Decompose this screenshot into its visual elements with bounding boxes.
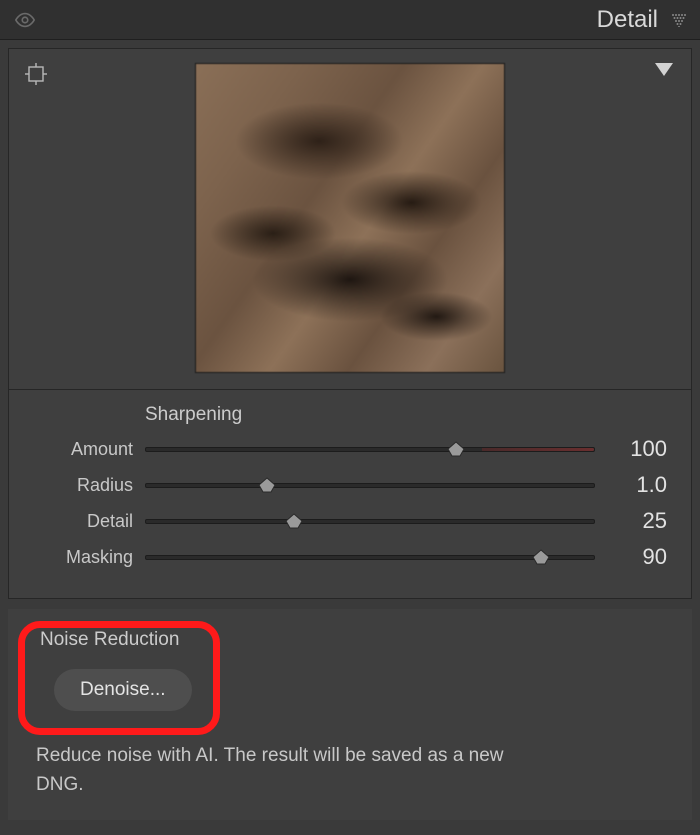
visibility-eye-icon[interactable]	[14, 9, 36, 31]
slider-thumb-icon[interactable]	[258, 477, 276, 493]
collapse-triangle-icon[interactable]	[655, 63, 673, 76]
radius-slider[interactable]	[145, 475, 595, 495]
zoom-target-icon[interactable]	[25, 63, 47, 90]
amount-value[interactable]: 100	[607, 436, 667, 462]
amount-label: Amount	[33, 439, 133, 460]
amount-slider-row: Amount 100	[33, 436, 667, 462]
denoise-button[interactable]: Denoise...	[54, 669, 192, 711]
radius-slider-row: Radius 1.0	[33, 472, 667, 498]
noise-reduction-heading: Noise Reduction	[40, 629, 668, 651]
amount-slider[interactable]	[145, 439, 595, 459]
slider-thumb-icon[interactable]	[532, 549, 550, 565]
radius-label: Radius	[33, 475, 133, 496]
detail-slider[interactable]	[145, 511, 595, 531]
sharpening-section: Sharpening Amount 100 Radius 1.0 Detail	[8, 390, 692, 599]
detail-preview-image[interactable]	[195, 63, 505, 373]
masking-label: Masking	[33, 547, 133, 568]
noise-reduction-section: Noise Reduction Denoise... Reduce noise …	[8, 609, 692, 820]
detail-panel-header: Detail	[0, 0, 700, 40]
detail-label: Detail	[33, 511, 133, 532]
masking-slider[interactable]	[145, 547, 595, 567]
masking-value[interactable]: 90	[607, 544, 667, 570]
panel-title[interactable]: Detail	[597, 6, 658, 34]
detail-preview-section	[8, 48, 692, 390]
detail-slider-row: Detail 25	[33, 508, 667, 534]
panel-menu-icon[interactable]	[672, 13, 686, 27]
slider-thumb-icon[interactable]	[285, 513, 303, 529]
detail-value[interactable]: 25	[607, 508, 667, 534]
radius-value[interactable]: 1.0	[607, 472, 667, 498]
slider-thumb-icon[interactable]	[447, 441, 465, 457]
masking-slider-row: Masking 90	[33, 544, 667, 570]
sharpening-heading: Sharpening	[145, 404, 667, 426]
noise-reduction-description: Reduce noise with AI. The result will be…	[36, 741, 536, 800]
